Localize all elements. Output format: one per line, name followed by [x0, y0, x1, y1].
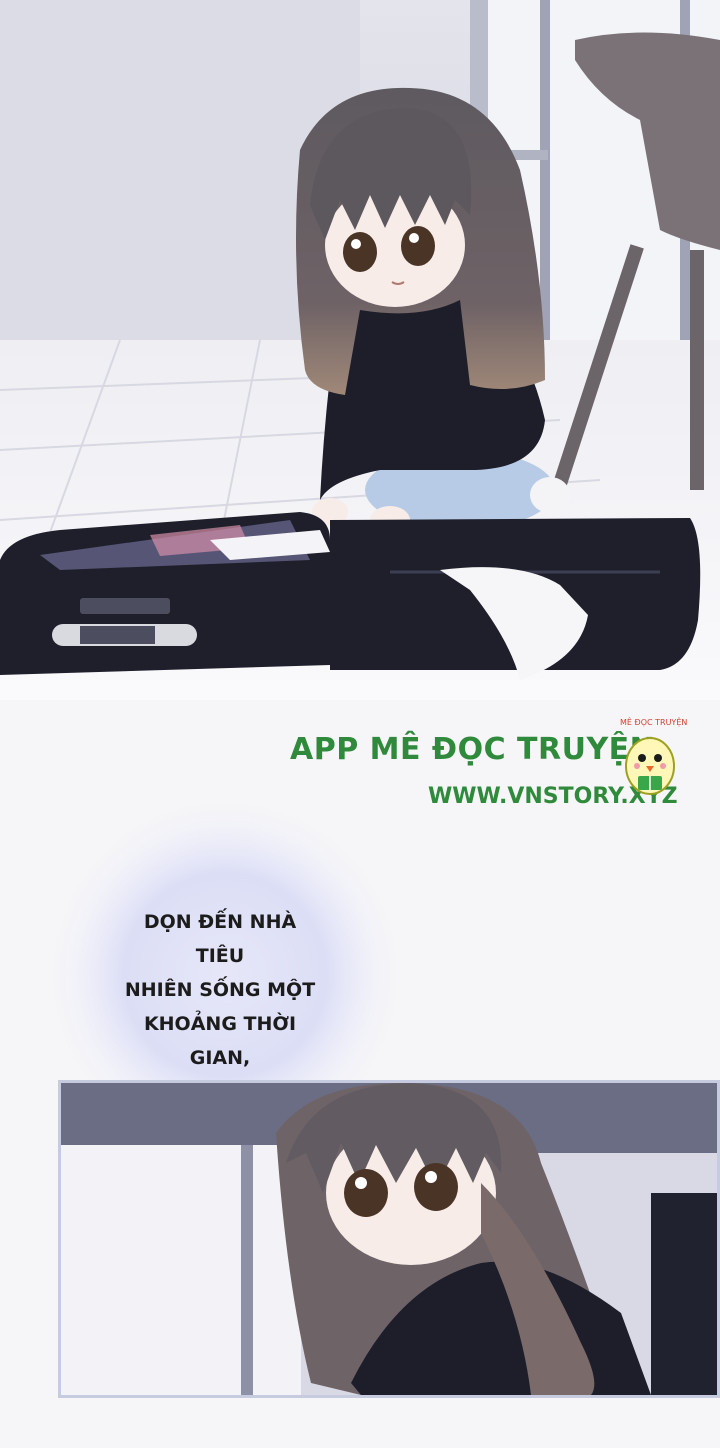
girl-closeup-illustration	[61, 1083, 717, 1395]
manga-panel-top	[0, 0, 720, 700]
mascot-label: MÊ ĐỌC TRUYỆN	[620, 718, 688, 727]
narration-line: GIAN,	[189, 1047, 251, 1069]
narration-line: DỌN ĐẾN NHÀ TIÊU	[143, 911, 297, 967]
watermark-app-name: APP MÊ ĐỌC TRUYỆN	[290, 732, 656, 767]
girl-suitcase-illustration	[0, 0, 720, 700]
narration-line: KHOẢNG THỜI	[143, 1013, 297, 1035]
narration-box: DỌN ĐẾN NHÀ TIÊU NHIÊN SỐNG MỘT KHOẢNG T…	[120, 905, 320, 1075]
narration-line: NHIÊN SỐNG MỘT	[124, 979, 316, 1001]
manga-panel-bottom	[58, 1080, 720, 1398]
mascot-chick-icon	[625, 737, 675, 795]
